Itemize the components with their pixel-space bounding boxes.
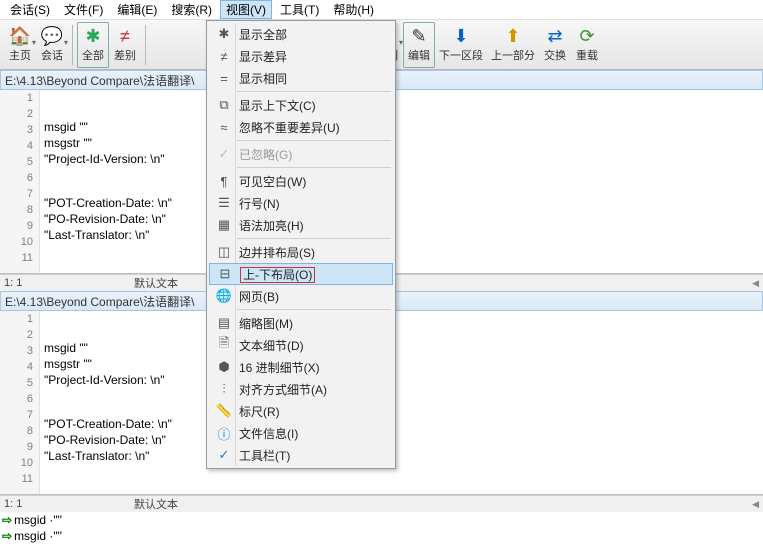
check-icon: ✓ (213, 145, 235, 163)
menu-ruler[interactable]: 📏标尺(R) (209, 400, 393, 422)
menu-syntax-highlight[interactable]: ▦语法加亮(H) (209, 214, 393, 236)
menu-file[interactable]: 文件(F) (58, 1, 109, 18)
swap-button[interactable]: ⇄ 交换 (539, 22, 571, 68)
home-icon: 🏠 (10, 27, 30, 47)
sidebyside-icon: ◫ (213, 243, 235, 261)
menu-text-detail[interactable]: 🗎文本细节(D) (209, 334, 393, 356)
diff-button[interactable]: ≠ 差别 (109, 22, 141, 68)
overunder-icon: ⊟ (214, 265, 236, 283)
arrow-icon: ⇨ (2, 529, 12, 543)
reload-button[interactable]: ⟳ 重载 (571, 22, 603, 68)
whitespace-icon: ¶ (213, 172, 235, 190)
menu-search[interactable]: 搜索(R) (165, 1, 218, 18)
arrow-icon: ⇨ (2, 513, 12, 527)
menu-tools[interactable]: 工具(T) (274, 1, 325, 18)
check-icon: ✓ (213, 446, 235, 464)
session-button[interactable]: 💬 会话▾ (36, 22, 68, 68)
menu-show-context[interactable]: ⧉显示上下文(C) (209, 94, 393, 116)
next-section-button[interactable]: ⬇ 下一区段 (435, 22, 487, 68)
cursor-position: 1: 1 (4, 277, 124, 289)
menu-line-numbers[interactable]: ☰行号(N) (209, 192, 393, 214)
encoding-label-bottom: 默认文本 (124, 496, 752, 512)
gutter-top: 1234567891011 (0, 90, 40, 273)
prev-part-button[interactable]: ⬆ 上一部分 (487, 22, 539, 68)
menu-show-diff[interactable]: ≠显示差异 (209, 45, 393, 67)
context-icon: ⧉ (213, 96, 235, 114)
menu-align-detail[interactable]: ⫶对齐方式细节(A) (209, 378, 393, 400)
detail-line-1: ⇨msgid ·"" (0, 512, 763, 528)
up-arrow-icon: ⬆ (503, 27, 523, 47)
menu-show-all[interactable]: ✱显示全部 (209, 23, 393, 45)
detail-pane: ⇨msgid ·"" ⇨msgid ·"" (0, 512, 763, 544)
ruler-icon: 📏 (213, 402, 235, 420)
menu-webpage[interactable]: 🌐网页(B) (209, 285, 393, 307)
path-text-bottom: E:\4.13\Beyond Compare\法语翻译\ (5, 293, 194, 310)
asterisk-icon: ✱ (213, 25, 235, 43)
menu-help[interactable]: 帮助(H) (327, 1, 380, 18)
menu-hex-detail[interactable]: ⬢16 进制细节(X) (209, 356, 393, 378)
reload-icon: ⟳ (577, 27, 597, 47)
asterisk-icon: ✱ (83, 27, 103, 47)
swap-icon: ⇄ (545, 27, 565, 47)
not-equal-icon: ≠ (213, 47, 235, 65)
menu-bar: 会话(S) 文件(F) 编辑(E) 搜索(R) 视图(V) 工具(T) 帮助(H… (0, 0, 763, 20)
menu-session[interactable]: 会话(S) (4, 1, 56, 18)
equal-icon: = (213, 69, 235, 87)
menu-visible-whitespace[interactable]: ¶可见空白(W) (209, 170, 393, 192)
menu-ignore-unimportant[interactable]: ≈忽略不重要差异(U) (209, 116, 393, 138)
info-icon: ⓘ (213, 424, 235, 442)
text-detail-icon: 🗎 (213, 336, 235, 354)
session-icon: 💬 (42, 27, 62, 47)
syntax-icon: ▦ (213, 216, 235, 234)
view-menu-dropdown: ✱显示全部 ≠显示差异 =显示相同 ⧉显示上下文(C) ≈忽略不重要差异(U) … (206, 20, 396, 469)
menu-file-info[interactable]: ⓘ文件信息(I) (209, 422, 393, 444)
home-button[interactable]: 🏠 主页▾ (4, 22, 36, 68)
menu-view[interactable]: 视图(V) (220, 0, 272, 19)
menu-thumbnail[interactable]: ▤缩略图(M) (209, 312, 393, 334)
hex-icon: ⬢ (213, 358, 235, 376)
menu-over-under[interactable]: ⊟上-下布局(O) (209, 263, 393, 285)
lineno-icon: ☰ (213, 194, 235, 212)
menu-ignored: ✓已忽略(G) (209, 143, 393, 165)
globe-icon: 🌐 (213, 287, 235, 305)
menu-side-by-side[interactable]: ◫边并排布局(S) (209, 241, 393, 263)
cursor-position-bottom: 1: 1 (4, 498, 124, 510)
gutter-bottom: 1234567891011 (0, 311, 40, 494)
menu-show-same[interactable]: =显示相同 (209, 67, 393, 89)
all-button[interactable]: ✱ 全部 (77, 22, 109, 68)
menu-toolbars[interactable]: ✓工具栏(T) (209, 444, 393, 466)
detail-line-2: ⇨msgid ·"" (0, 528, 763, 544)
down-arrow-icon: ⬇ (451, 27, 471, 47)
menu-edit[interactable]: 编辑(E) (111, 1, 163, 18)
path-text: E:\4.13\Beyond Compare\法语翻译\ (5, 72, 194, 89)
thumb-icon: ▤ (213, 314, 235, 332)
approx-icon: ≈ (213, 118, 235, 136)
code-content-top[interactable]: msgid ""msgstr """Project-Id-Version: \n… (40, 90, 763, 273)
edit-button[interactable]: ✎ 编辑 (403, 22, 435, 68)
not-equal-icon: ≠ (115, 27, 135, 47)
pencil-icon: ✎ (409, 27, 429, 47)
status-bar-bottom: 1: 1 默认文本 ◀ (0, 495, 763, 512)
align-icon: ⫶ (213, 380, 235, 398)
code-content-bottom[interactable]: msgid ""msgstr """Project-Id-Version: \n… (40, 311, 763, 494)
